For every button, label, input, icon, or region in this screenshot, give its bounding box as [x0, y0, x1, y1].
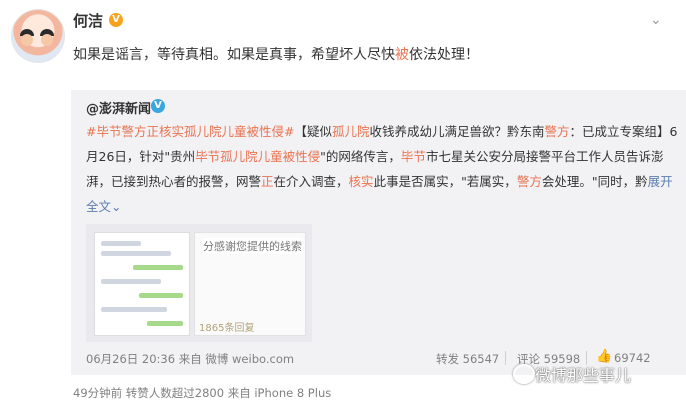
verified-badge-icon: V [109, 13, 123, 27]
post-text-part: 依法处理！ [409, 47, 479, 63]
username[interactable]: 何洁 [73, 10, 103, 31]
watermark-icon [513, 364, 535, 384]
quoted-meta[interactable]: 06月26日 20:36 来自 微博 weibo.com [86, 351, 294, 367]
chevron-down-icon[interactable]: ⌄ [111, 199, 121, 214]
text-span: ：已成立专案组】6 [569, 124, 678, 139]
chat-bubble [147, 321, 183, 326]
chat-screenshot [94, 232, 190, 336]
text-span: 湃，已接到热心者的报警，网警 [86, 174, 262, 189]
image-caption: 分感谢您提供的线索 [203, 238, 302, 254]
hashtag-link[interactable]: #毕节警方正核实孤儿院儿童被性侵# [86, 124, 294, 139]
quoted-text-line: 月26日，针对"贵州毕节孤儿院儿童被性侵"的网络传言，毕节市七星关公安分局接警平… [86, 149, 663, 165]
quoted-text-line: 全文⌄ [86, 199, 122, 215]
text-span: 在介入调查， [273, 174, 349, 189]
text-span: 【疑似 [294, 124, 332, 139]
watermark: 微博那些事儿 [535, 366, 632, 385]
keyword-highlight: 正 [261, 174, 274, 189]
avatar[interactable] [11, 9, 65, 63]
verified-badge-icon: V [151, 99, 165, 113]
text-span: 月26日，针对"贵州 [86, 149, 196, 164]
chat-bubble [101, 241, 141, 246]
text-span: 市七星关公安分局接警平台工作人员告诉澎 [425, 149, 664, 164]
image-stamp: 1865条回复 [199, 323, 255, 334]
chat-bubble [139, 293, 183, 298]
chat-bubble [101, 251, 171, 256]
quoted-text-line: 湃，已接到热心者的报警，网警正在介入调查，核实此事是否属实，"若属实，警方会处理… [86, 174, 673, 190]
avatar-figure [21, 34, 33, 46]
quoted-author[interactable]: @澎湃新闻 [86, 98, 151, 117]
stat-divider [505, 351, 506, 365]
chevron-down-icon[interactable]: ⌄ [650, 12, 662, 28]
post-text: 如果是谣言，等待真相。如果是真事，希望坏人尽快被依法处理！ [73, 44, 479, 64]
expand-link[interactable]: 展开 [648, 174, 673, 189]
quoted-text-line: #毕节警方正核实孤儿院儿童被性侵#【疑似孤儿院收钱养成幼儿满足兽欲？黔东南警方：… [86, 124, 677, 140]
text-span: 此事是否属实，"若属实， [373, 174, 517, 189]
repost-count[interactable]: 转发 56547 [436, 351, 499, 367]
text-span: 会处理。"同时，黔 [541, 174, 648, 189]
chat-bubble [133, 265, 183, 270]
keyword-highlight: 孤儿院 [331, 124, 370, 139]
weibo-post-card: 何洁 V ⌄ 如果是谣言，等待真相。如果是真事，希望坏人尽快被依法处理！ @澎湃… [0, 0, 686, 400]
keyword-highlight: 警方 [544, 124, 570, 139]
keyword-highlight: 警方 [516, 174, 542, 189]
keyword-highlight: 核实 [348, 174, 374, 189]
text-span: "的网络传言， [320, 149, 401, 164]
keyword-highlight: 毕节孤儿院儿童被性侵 [195, 149, 321, 164]
chat-bubble [101, 307, 167, 312]
keyword-highlight: 毕节 [400, 149, 426, 164]
chat-bubble [101, 279, 161, 284]
post-text-highlight: 被 [395, 47, 409, 63]
post-text-part: 如果是谣言，等待真相。如果是真事，希望坏人尽快 [73, 47, 395, 63]
text-span: 收钱养成幼儿满足兽欲？黔东南 [369, 124, 545, 139]
post-meta: 49分钟前 转赞人数超过2800 来自 iPhone 8 Plus [73, 386, 332, 400]
full-text-link[interactable]: 全文 [86, 199, 111, 214]
avatar-figure [41, 34, 53, 46]
